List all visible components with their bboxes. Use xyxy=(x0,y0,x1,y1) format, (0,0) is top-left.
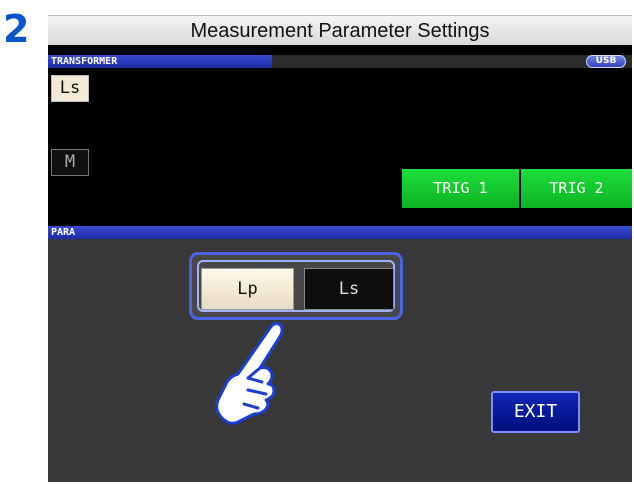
trig-1-button[interactable]: TRIG 1 xyxy=(402,169,519,208)
page-title: Measurement Parameter Settings xyxy=(48,15,632,45)
param-ls-button[interactable]: Ls xyxy=(51,75,89,102)
trig-2-button[interactable]: TRIG 2 xyxy=(521,169,632,208)
para-option-ls-button[interactable]: Ls xyxy=(304,268,394,310)
para-option-lp-button[interactable]: Lp xyxy=(201,268,294,310)
transformer-section-header: TRANSFORMER xyxy=(48,55,272,68)
step-number: 2 xyxy=(3,7,30,51)
pointing-hand-icon xyxy=(215,321,284,425)
exit-button[interactable]: EXIT xyxy=(491,391,580,433)
param-m-button[interactable]: M xyxy=(51,149,89,176)
header-bar-fill xyxy=(272,55,632,68)
para-section-header: PARA xyxy=(48,226,632,239)
usb-badge: USB xyxy=(586,55,626,68)
